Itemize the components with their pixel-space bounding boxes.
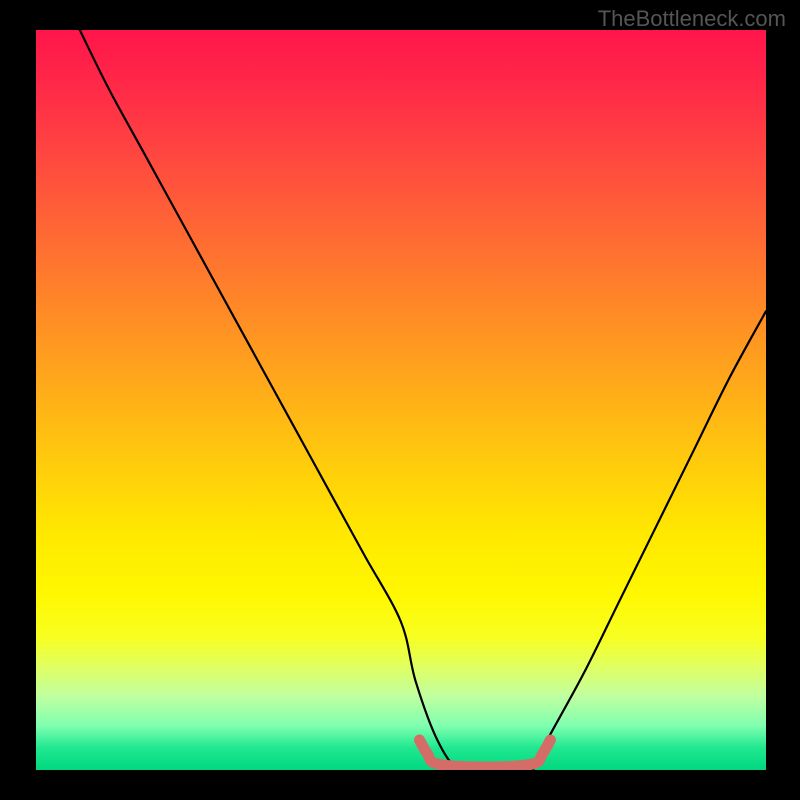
chart-svg (36, 30, 766, 770)
chart-plot-area (36, 30, 766, 770)
bottleneck-curve-path (80, 30, 766, 770)
watermark-text: TheBottleneck.com (598, 6, 786, 32)
